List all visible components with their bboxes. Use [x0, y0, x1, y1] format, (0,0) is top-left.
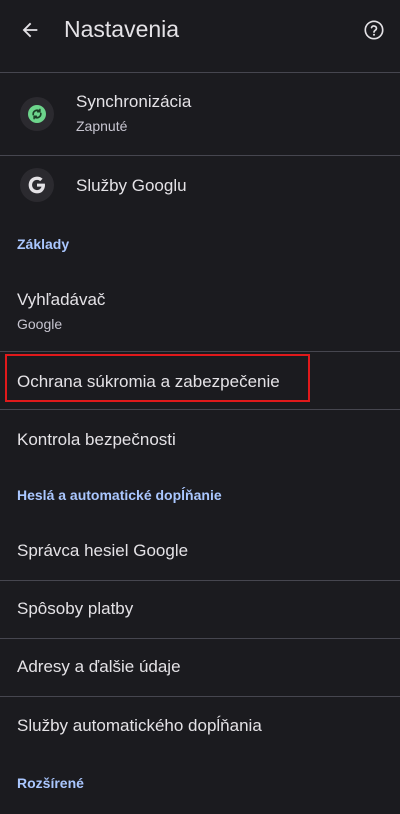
privacy-security-title: Ochrana súkromia a zabezpečenie [17, 372, 280, 391]
privacy-security-row[interactable]: Ochrana súkromia a zabezpečenie [0, 352, 400, 409]
payment-methods-row[interactable]: Spôsoby platby [0, 581, 400, 638]
google-g-icon [20, 168, 54, 202]
safety-check-row[interactable]: Kontrola bezpečnosti [0, 410, 400, 468]
google-services-title: Služby Googlu [76, 176, 187, 195]
sync-status: Zapnuté [76, 118, 128, 134]
section-header-passwords: Heslá a automatické dopĺňanie [17, 487, 222, 503]
back-button[interactable] [14, 14, 46, 46]
autofill-services-title: Služby automatického dopĺňania [17, 716, 262, 735]
sync-title: Synchronizácia [76, 92, 192, 111]
search-engine-row[interactable]: Vyhľadávač Google [0, 270, 400, 351]
section-header-advanced: Rozšírené [17, 775, 84, 791]
help-button[interactable] [360, 14, 388, 46]
search-engine-value: Google [17, 316, 63, 332]
google-services-row[interactable]: Služby Googlu [0, 156, 400, 214]
safety-check-title: Kontrola bezpečnosti [17, 430, 176, 449]
autofill-services-row[interactable]: Služby automatického dopĺňania [0, 697, 400, 755]
arrow-back-icon [22, 22, 38, 38]
addresses-row[interactable]: Adresy a ďalšie údaje [0, 639, 400, 696]
addresses-title: Adresy a ďalšie údaje [17, 657, 181, 676]
help-circle-icon [364, 20, 384, 40]
payment-methods-title: Spôsoby platby [17, 599, 134, 618]
page-title: Nastavenia [64, 16, 180, 42]
sync-icon [20, 97, 54, 131]
sync-row[interactable]: Synchronizácia Zapnuté [0, 73, 400, 155]
password-manager-title: Správca hesiel Google [17, 541, 189, 560]
search-engine-title: Vyhľadávač [17, 290, 106, 309]
section-header-basics: Základy [17, 236, 70, 252]
password-manager-row[interactable]: Správca hesiel Google [0, 521, 400, 579]
top-app-bar: Nastavenia [0, 0, 400, 72]
